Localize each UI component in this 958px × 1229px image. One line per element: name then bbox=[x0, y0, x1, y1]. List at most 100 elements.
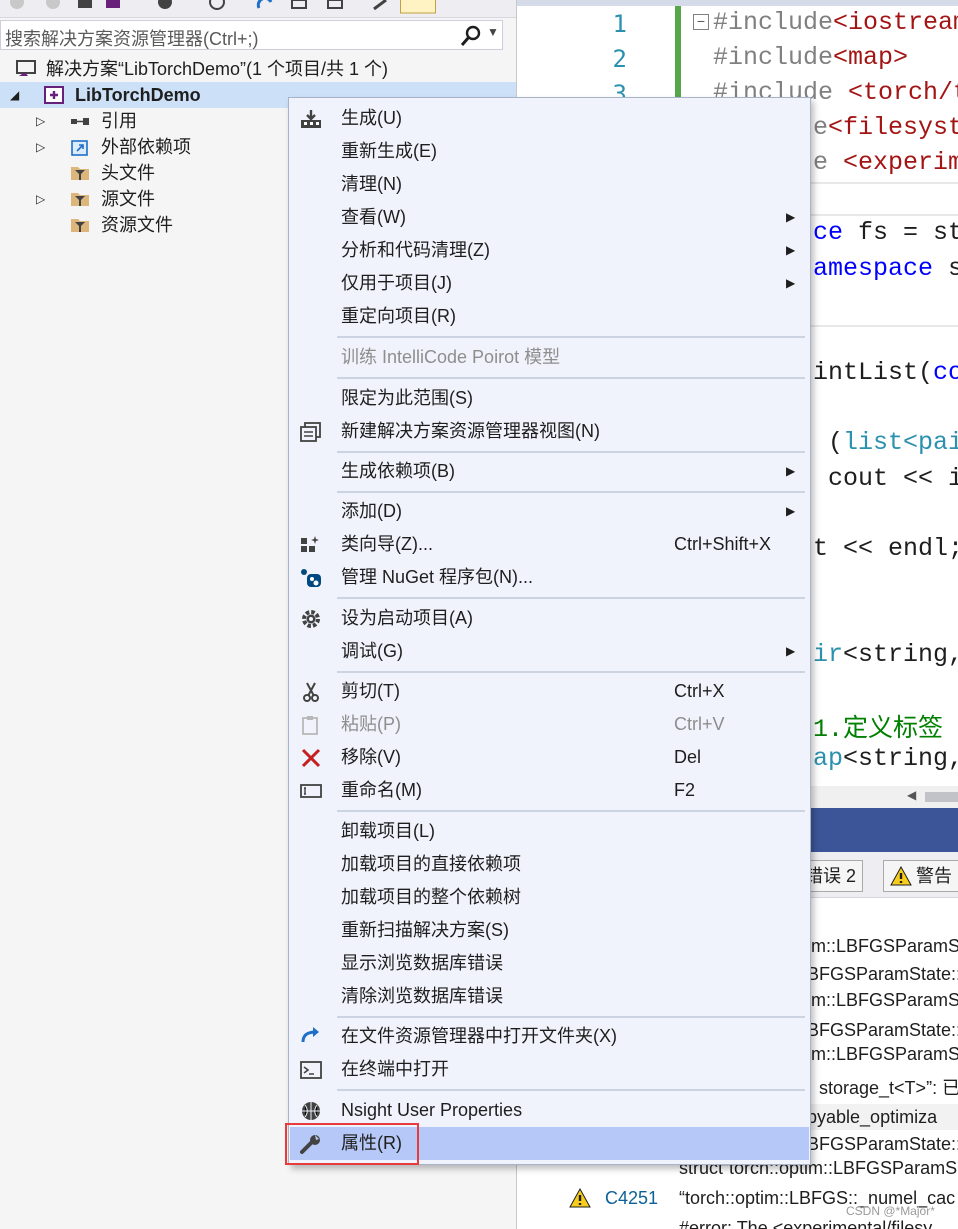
submenu-arrow-icon: ▶ bbox=[786, 276, 796, 290]
menu-label: 在文件资源管理器中打开文件夹(X) bbox=[341, 1026, 617, 1046]
menu-separator bbox=[337, 671, 805, 673]
submenu-arrow-icon: ▶ bbox=[786, 464, 796, 478]
error-row[interactable]: #error: The <experimental/filesy bbox=[679, 1218, 958, 1229]
menu-item-add[interactable]: 添加(D) ▶ bbox=[290, 495, 809, 528]
horizontal-scrollbar[interactable]: ◀ bbox=[807, 786, 958, 808]
scroll-left-icon[interactable]: ◀ bbox=[907, 788, 916, 802]
code-line: ap<string, bbox=[813, 744, 958, 773]
menu-shortcut: Del bbox=[674, 747, 702, 767]
expanded-arrow-icon[interactable]: ◢ bbox=[10, 82, 19, 108]
menu-separator bbox=[337, 491, 805, 493]
menu-label: 添加(D) bbox=[341, 501, 402, 521]
filter-folder-icon bbox=[71, 167, 89, 180]
menu-item-retarget[interactable]: 重定向项目(R) bbox=[290, 300, 809, 333]
submenu-arrow-icon: ▶ bbox=[786, 243, 796, 257]
forward-icon[interactable] bbox=[44, 0, 62, 10]
code-line: 1.定义标签 bbox=[813, 715, 944, 744]
code-line: e <experime bbox=[813, 148, 958, 177]
menu-item-load-direct-deps[interactable]: 加载项目的直接依赖项 bbox=[290, 848, 809, 881]
project-label: LibTorchDemo bbox=[75, 85, 201, 105]
error-row[interactable]: BFGSParamState:: bbox=[807, 964, 958, 985]
menu-item-clear-db-errors[interactable]: 清除浏览数据库错误 bbox=[290, 980, 809, 1013]
menu-item-rename[interactable]: 重命名(M) F2 bbox=[290, 774, 809, 807]
errors-filter-label: 错误 2 bbox=[805, 866, 857, 886]
menu-item-rescan-solution[interactable]: 重新扫描解决方案(S) bbox=[290, 914, 809, 947]
sync-icon[interactable] bbox=[256, 0, 274, 10]
scroll-thumb[interactable] bbox=[925, 792, 958, 802]
collapsed-arrow-icon[interactable]: ▷ bbox=[36, 134, 45, 160]
menu-item-scope[interactable]: 限定为此范围(S) bbox=[290, 382, 809, 415]
menu-separator bbox=[337, 597, 805, 599]
menu-item-clean[interactable]: 清理(N) bbox=[290, 168, 809, 201]
preview-icon[interactable] bbox=[400, 0, 436, 14]
submenu-arrow-icon: ▶ bbox=[786, 210, 796, 224]
project-context-menu: 生成(U) 重新生成(E) 清理(N) 查看(W) ▶ 分析和代码清理(Z) ▶ 仅… bbox=[288, 97, 811, 1165]
menu-item-build[interactable]: 生成(U) bbox=[290, 102, 809, 135]
menu-item-open-terminal[interactable]: 在终端中打开 bbox=[290, 1053, 809, 1086]
tree-node-label: 资源文件 bbox=[101, 215, 173, 235]
references-icon bbox=[71, 118, 89, 125]
tree-node-label: 头文件 bbox=[101, 163, 155, 183]
search-options-chevron-down-icon[interactable]: ▼ bbox=[487, 25, 499, 39]
error-row[interactable]: im::LBFGSParamS bbox=[807, 936, 958, 957]
menu-item-remove[interactable]: 移除(V) Del bbox=[290, 741, 809, 774]
menu-label: 移除(V) bbox=[341, 747, 401, 767]
pending-changes-icon[interactable] bbox=[156, 0, 174, 10]
code-line: #include<iostream> bbox=[713, 8, 958, 37]
menu-item-debug[interactable]: 调试(G) ▶ bbox=[290, 635, 809, 668]
collapsed-arrow-icon[interactable]: ▷ bbox=[36, 108, 45, 134]
annotation-highlight-frame bbox=[285, 1123, 419, 1165]
submenu-arrow-icon: ▶ bbox=[786, 644, 796, 658]
show-all-files-icon[interactable] bbox=[326, 0, 344, 10]
menu-item-rebuild[interactable]: 重新生成(E) bbox=[290, 135, 809, 168]
menu-item-analyze[interactable]: 分析和代码清理(Z) ▶ bbox=[290, 234, 809, 267]
collapse-all-icon[interactable] bbox=[290, 0, 308, 10]
menu-label: 新建解决方案资源管理器视图(N) bbox=[341, 421, 600, 441]
search-icon[interactable] bbox=[459, 24, 485, 48]
menu-item-build-dependencies[interactable]: 生成依赖项(B) ▶ bbox=[290, 455, 809, 488]
menu-item-set-startup[interactable]: 设为启动项目(A) bbox=[290, 602, 809, 635]
menu-label: 训练 IntelliCode Poirot 模型 bbox=[341, 347, 561, 367]
menu-label: 重定向项目(R) bbox=[341, 306, 456, 326]
warnings-filter-button[interactable]: 警告 bbox=[883, 860, 958, 892]
error-row[interactable]: BFGSParamState:: bbox=[807, 1134, 958, 1155]
error-row[interactable]: im::LBFGSParamS bbox=[807, 1044, 958, 1065]
menu-item-open-folder[interactable]: 在文件资源管理器中打开文件夹(X) bbox=[290, 1020, 809, 1053]
menu-item-load-dep-tree[interactable]: 加载项目的整个依赖树 bbox=[290, 881, 809, 914]
solution-explorer-search[interactable]: 搜索解决方案资源管理器(Ctrl+;) ▼ bbox=[0, 20, 503, 50]
external-dependencies-icon bbox=[71, 140, 88, 156]
menu-item-view[interactable]: 查看(W) ▶ bbox=[290, 201, 809, 234]
line-number: 1 bbox=[612, 10, 627, 38]
menu-separator bbox=[337, 451, 805, 453]
nsight-globe-icon bbox=[302, 1102, 320, 1120]
code-line: cout << i bbox=[813, 464, 958, 493]
menu-item-new-view[interactable]: 新建解决方案资源管理器视图(N) bbox=[290, 415, 809, 448]
error-row[interactable]: BFGSParamState:: bbox=[807, 1020, 958, 1041]
menu-item-paste: 粘贴(P) Ctrl+V bbox=[290, 708, 809, 741]
back-icon[interactable] bbox=[8, 0, 26, 10]
error-row[interactable]: im::LBFGSParamS bbox=[807, 990, 958, 1011]
menu-item-class-wizard[interactable]: 类向导(Z)... Ctrl+Shift+X bbox=[290, 528, 809, 561]
menu-item-show-db-errors[interactable]: 显示浏览数据库错误 bbox=[290, 947, 809, 980]
menu-label: 在终端中打开 bbox=[341, 1059, 449, 1079]
menu-item-unload[interactable]: 卸载项目(L) bbox=[290, 815, 809, 848]
menu-item-cut[interactable]: 剪切(T) Ctrl+X bbox=[290, 675, 809, 708]
menu-label: 卸载项目(L) bbox=[341, 821, 435, 841]
error-row[interactable]: pyable_optimiza bbox=[807, 1104, 958, 1130]
menu-item-nuget[interactable]: 管理 NuGet 程序包(N)... bbox=[290, 561, 809, 594]
solution-icon bbox=[16, 60, 36, 76]
collapsed-arrow-icon[interactable]: ▷ bbox=[36, 186, 45, 212]
history-icon[interactable] bbox=[208, 0, 226, 10]
menu-label: 加载项目的直接依赖项 bbox=[341, 854, 521, 874]
warning-icon bbox=[890, 866, 912, 886]
menu-item-project-only[interactable]: 仅用于项目(J) ▶ bbox=[290, 267, 809, 300]
error-row[interactable]: storage_t<T>”: 已 bbox=[819, 1074, 958, 1100]
home-icon[interactable] bbox=[76, 0, 94, 10]
properties-icon[interactable] bbox=[372, 0, 390, 10]
collapse-region-icon[interactable]: − bbox=[693, 14, 709, 30]
terminal-icon bbox=[300, 1061, 322, 1079]
switch-views-icon[interactable] bbox=[104, 0, 122, 10]
solution-node[interactable]: 解决方案“LibTorchDemo”(1 个项目/共 1 个) bbox=[0, 56, 516, 82]
gear-icon bbox=[302, 610, 320, 628]
menu-label: 重新扫描解决方案(S) bbox=[341, 920, 509, 940]
